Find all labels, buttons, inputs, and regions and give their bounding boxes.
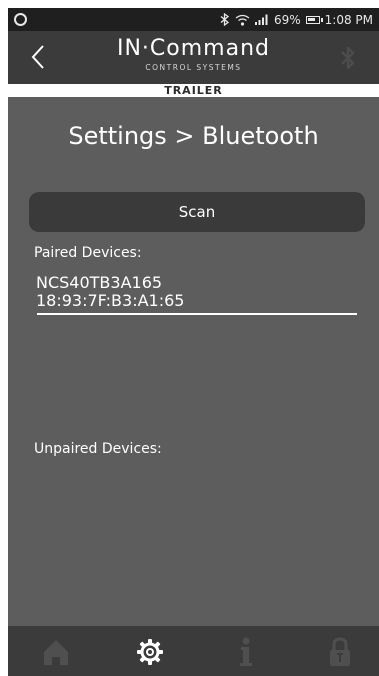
lock-icon xyxy=(330,637,350,666)
device-underline xyxy=(37,313,357,315)
info-icon xyxy=(240,637,252,666)
status-right: 69% 1:08 PM xyxy=(220,8,373,31)
status-bar: 69% 1:08 PM xyxy=(8,8,379,31)
wifi-icon xyxy=(235,14,250,26)
app-screen: 69% 1:08 PM IN·Command CONTROL SYSTEMS T… xyxy=(8,8,379,676)
notification-dot-icon xyxy=(14,13,27,26)
home-icon xyxy=(44,640,68,665)
battery-icon xyxy=(305,15,323,24)
section-band: TRAILER xyxy=(8,84,379,97)
paired-devices-label: Paired Devices: xyxy=(34,245,142,261)
nav-settings[interactable] xyxy=(132,634,168,670)
battery-percent: 69% xyxy=(273,12,301,27)
app-header: IN·Command CONTROL SYSTEMS xyxy=(8,31,379,84)
gear-icon xyxy=(137,639,163,665)
logo-main: IN·Command xyxy=(116,36,270,61)
nav-home[interactable] xyxy=(38,634,74,670)
scan-button[interactable]: Scan xyxy=(29,192,365,232)
page-title: Settings > Bluetooth xyxy=(68,122,319,150)
device-name: NCS40TB3A165 xyxy=(36,273,163,292)
device-address: 18:93:7F:B3:A1:65 xyxy=(36,291,185,310)
cell-signal-icon xyxy=(254,14,268,25)
clock: 1:08 PM xyxy=(324,12,373,27)
bluetooth-status-button[interactable] xyxy=(337,45,359,71)
bluetooth-icon xyxy=(220,13,230,26)
paired-device-item[interactable]: NCS40TB3A165 18:93:7F:B3:A1:65 xyxy=(36,274,358,310)
bottom-nav xyxy=(8,626,379,676)
brand-logo: IN·Command CONTROL SYSTEMS xyxy=(8,35,379,73)
nav-lock[interactable] xyxy=(322,634,358,670)
nav-info[interactable] xyxy=(228,634,264,670)
unpaired-devices-label: Unpaired Devices: xyxy=(34,441,162,457)
bluetooth-icon xyxy=(341,46,355,70)
logo-sub: CONTROL SYSTEMS xyxy=(145,63,242,72)
